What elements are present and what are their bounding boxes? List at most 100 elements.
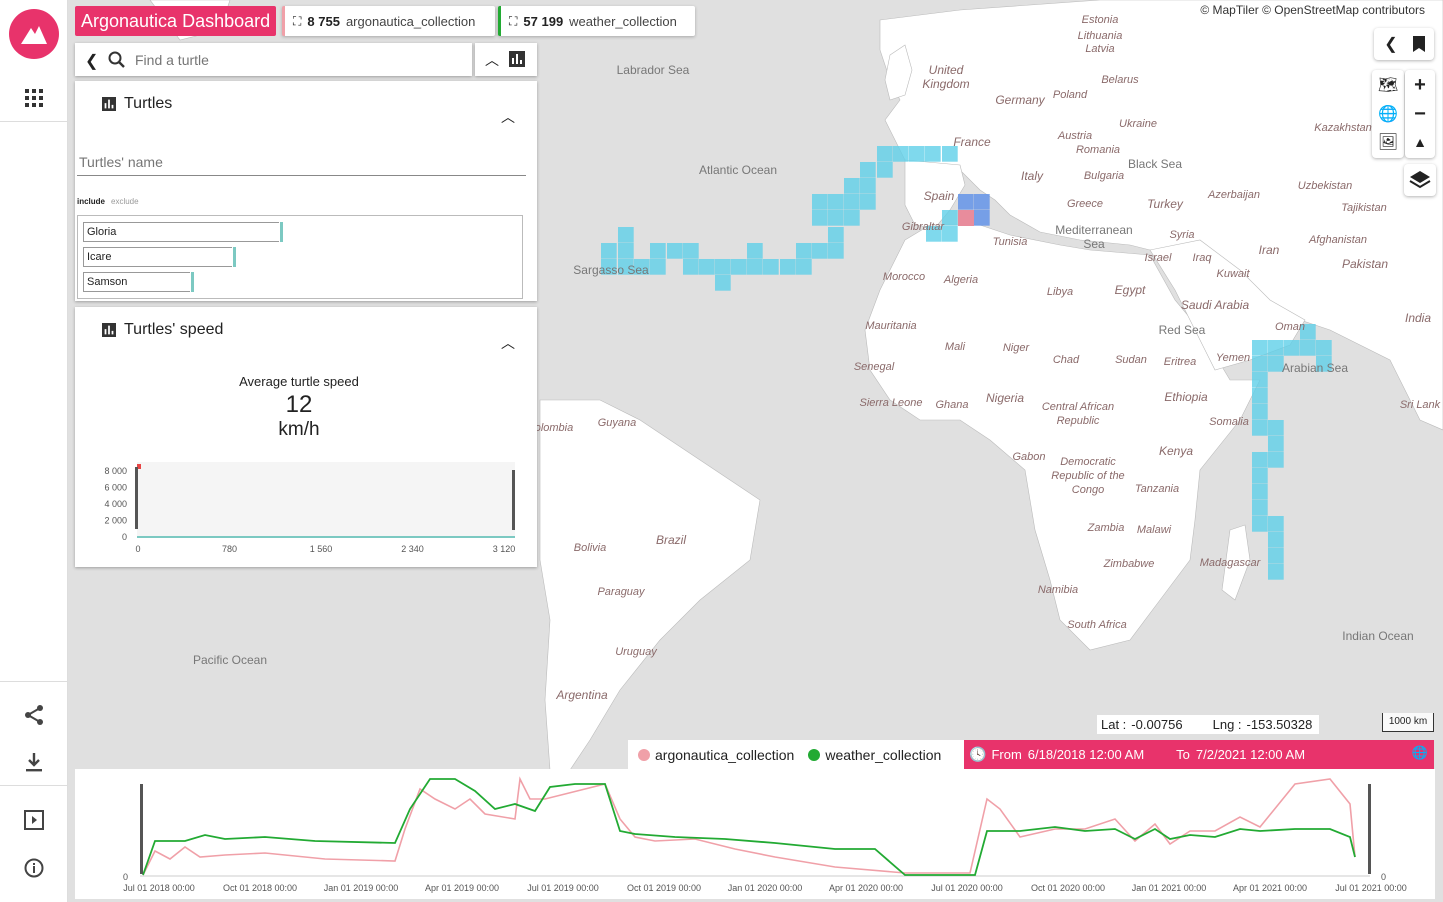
grid-cell[interactable] xyxy=(683,243,699,259)
grid-cell[interactable] xyxy=(1252,372,1268,388)
bookmark-icon[interactable] xyxy=(1404,30,1434,58)
grid-cell[interactable] xyxy=(828,227,844,243)
time-range-bar[interactable]: 🕓 From 6/18/2018 12:00 AM To 7/2/2021 12… xyxy=(964,740,1434,769)
from-value[interactable]: 6/18/2018 12:00 AM xyxy=(1028,747,1144,762)
list-item-samson[interactable]: Samson xyxy=(83,272,194,292)
grid-cell[interactable] xyxy=(650,259,666,275)
grid-cell[interactable] xyxy=(828,210,844,226)
x-tick-label: Oct 01 2020 00:00 xyxy=(1031,883,1105,893)
grid-cell[interactable] xyxy=(683,259,699,275)
grid-cell[interactable] xyxy=(877,162,893,178)
map-settings-icon[interactable]: 🗺 xyxy=(1373,71,1403,99)
grid-cell[interactable] xyxy=(1268,420,1284,436)
grid-cell[interactable] xyxy=(699,259,715,275)
map-label: India xyxy=(1404,311,1432,325)
grid-cell[interactable] xyxy=(828,194,844,210)
grid-cell[interactable] xyxy=(844,194,860,210)
bookmark-control: ❮ xyxy=(1374,28,1434,60)
turtle-name-filter[interactable] xyxy=(77,149,526,176)
grid-cell[interactable] xyxy=(796,243,812,259)
grid-cell[interactable] xyxy=(860,162,876,178)
grid-cell[interactable] xyxy=(618,243,634,259)
grid-cell[interactable] xyxy=(812,210,828,226)
grid-cell[interactable] xyxy=(1300,340,1316,356)
app-logo[interactable] xyxy=(9,9,59,59)
grid-cell[interactable] xyxy=(909,146,925,162)
share-icon[interactable] xyxy=(14,695,54,735)
lng-label: Lng : xyxy=(1212,717,1242,732)
list-item-icare[interactable]: Icare xyxy=(83,247,236,267)
x-tick-label: Oct 01 2019 00:00 xyxy=(627,883,701,893)
grid-cell[interactable] xyxy=(1252,516,1268,532)
globe-icon[interactable]: 🌐 xyxy=(1412,745,1428,761)
lat-value: -0.00756 xyxy=(1131,717,1183,732)
map-label: Syria xyxy=(1169,229,1195,241)
grid-cell[interactable] xyxy=(763,259,779,275)
grid-cell[interactable] xyxy=(1268,548,1284,564)
grid-cell[interactable] xyxy=(1268,564,1284,580)
zoom-out-icon[interactable]: − xyxy=(1405,100,1435,128)
zoom-in-icon[interactable]: + xyxy=(1405,71,1435,99)
compass-icon[interactable]: ▲ xyxy=(1405,128,1435,156)
timeline-handle-right xyxy=(1368,784,1371,874)
metric-label: Average turtle speed xyxy=(239,374,359,389)
grid-cell[interactable] xyxy=(747,259,763,275)
grid-cell[interactable] xyxy=(1268,532,1284,548)
chevron-up-icon[interactable]: ︿ xyxy=(485,50,499,70)
grid-cell[interactable] xyxy=(877,146,893,162)
grid-cell[interactable] xyxy=(601,243,617,259)
grid-cell[interactable] xyxy=(812,194,828,210)
grid-cell[interactable] xyxy=(780,259,796,275)
grid-cell[interactable] xyxy=(715,275,731,291)
x-tick-label: Jan 01 2020 00:00 xyxy=(728,883,803,893)
include-toggle[interactable]: include xyxy=(77,197,105,206)
globe-icon[interactable]: 🌐 xyxy=(1373,100,1403,128)
image-search-icon[interactable]: 🖼 xyxy=(1373,128,1403,156)
grid-cell[interactable] xyxy=(1252,388,1268,404)
exclude-toggle[interactable]: exclude xyxy=(111,197,139,206)
speed-histogram[interactable]: 8 000 6 000 4 000 2 000 0 0 780 1 560 2 340 3 12… xyxy=(75,457,537,562)
to-value[interactable]: 7/2/2021 12:00 AM xyxy=(1196,747,1305,762)
grid-cell[interactable] xyxy=(812,243,828,259)
chevron-up-icon[interactable]: ︿ xyxy=(501,333,515,353)
grid-cell[interactable] xyxy=(1252,452,1268,468)
grid-cell[interactable] xyxy=(860,194,876,210)
grid-cell[interactable] xyxy=(650,243,666,259)
download-icon[interactable] xyxy=(14,742,54,782)
grid-cell[interactable] xyxy=(828,243,844,259)
grid-cell[interactable] xyxy=(618,227,634,243)
grid-cell[interactable] xyxy=(747,243,763,259)
grid-cell[interactable] xyxy=(731,259,747,275)
timeline-chart[interactable]: 0 0 Jul 01 2018 00:00 Oct 01 2018 00:00 Ja… xyxy=(75,769,1435,899)
chevron-up-icon[interactable]: ︿ xyxy=(501,107,515,127)
grid-cell[interactable] xyxy=(1252,500,1268,516)
grid-cell[interactable] xyxy=(796,259,812,275)
search-input[interactable] xyxy=(133,47,467,73)
grid-cell[interactable] xyxy=(1316,340,1332,356)
grid-cell[interactable] xyxy=(1268,516,1284,532)
layers-icon[interactable] xyxy=(1405,166,1435,194)
grid-cell[interactable] xyxy=(1268,452,1284,468)
bar-chart-icon[interactable] xyxy=(509,51,525,67)
grid-cell[interactable] xyxy=(974,210,990,226)
collection-chip-argonautica[interactable]: ⛶ 8 755 argonautica_collection xyxy=(282,6,495,36)
map-label: Nigeria xyxy=(985,391,1024,405)
grid-cell[interactable] xyxy=(1268,436,1284,452)
grid-cell[interactable] xyxy=(893,146,909,162)
apps-grid-icon[interactable] xyxy=(14,78,54,118)
list-item-gloria[interactable]: Gloria xyxy=(83,222,283,242)
grid-cell[interactable] xyxy=(1252,484,1268,500)
grid-cell[interactable] xyxy=(860,178,876,194)
grid-cell[interactable] xyxy=(667,243,683,259)
grid-cell[interactable] xyxy=(1284,340,1300,356)
grid-cell[interactable] xyxy=(715,259,731,275)
collection-chip-weather[interactable]: ⛶ 57 199 weather_collection xyxy=(498,6,695,36)
play-timeline-icon[interactable] xyxy=(14,800,54,840)
collapse-left-icon[interactable]: ❮ xyxy=(85,51,98,71)
chevron-left-icon[interactable]: ❮ xyxy=(1376,30,1406,58)
grid-cell[interactable] xyxy=(844,178,860,194)
legend-dot xyxy=(808,748,821,761)
grid-cell[interactable] xyxy=(844,210,860,226)
grid-cell[interactable] xyxy=(1252,468,1268,484)
info-icon[interactable] xyxy=(14,848,54,888)
